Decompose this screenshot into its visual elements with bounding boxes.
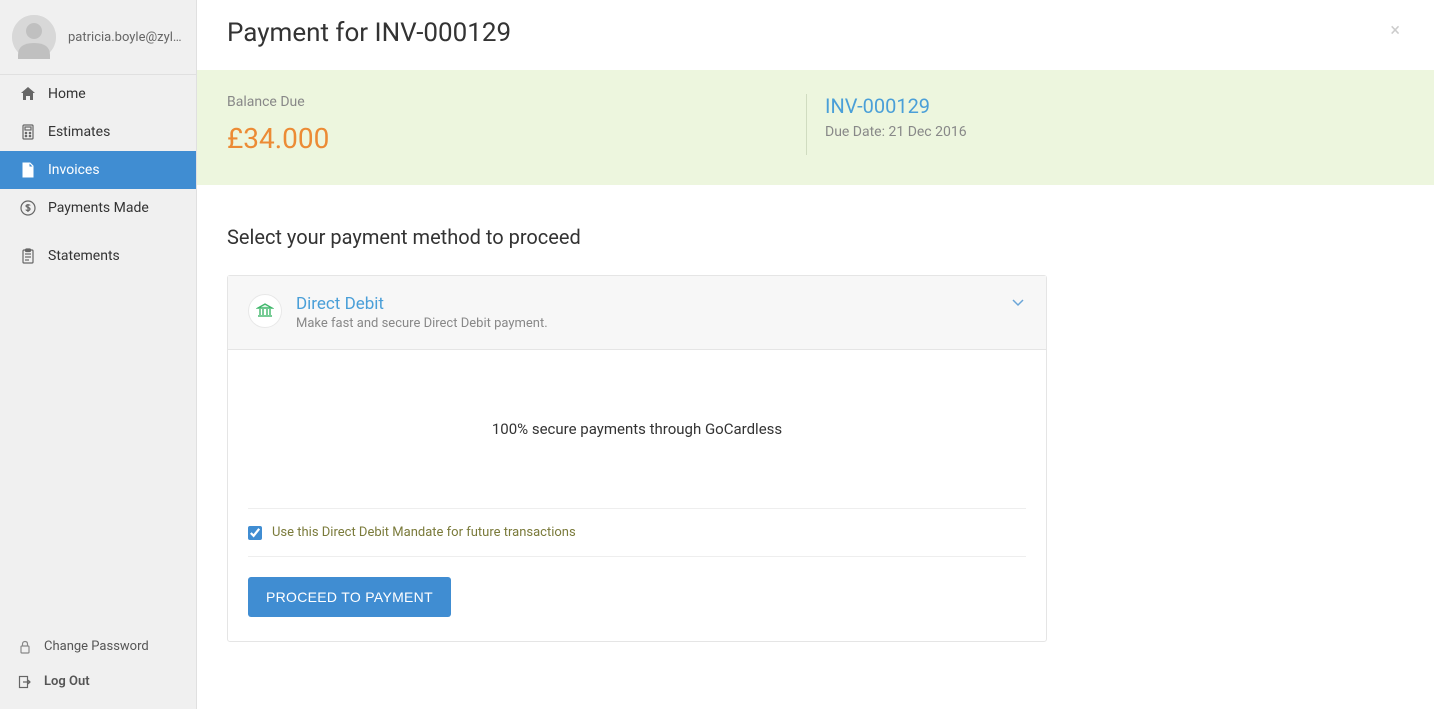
summary-bar: Balance Due £34.000 INV-000129 Due Date:…: [197, 70, 1434, 185]
balance-amount: £34.000: [227, 122, 806, 155]
chevron-down-icon: [1010, 294, 1026, 314]
bank-icon: [248, 294, 282, 328]
payment-method-body: 100% secure payments through GoCardless: [228, 350, 1046, 508]
sidebar-item-label: Home: [48, 86, 86, 102]
avatar: [12, 15, 56, 59]
proceed-to-payment-button[interactable]: PROCEED TO PAYMENT: [248, 577, 451, 617]
sidebar-item-label: Payments Made: [48, 200, 149, 216]
balance-due-label: Balance Due: [227, 94, 806, 110]
user-email: patricia.boyle@zylk..: [68, 30, 184, 45]
sidebar-item-invoices[interactable]: Invoices: [0, 151, 196, 189]
document-icon: [20, 162, 36, 178]
sidebar-item-estimates[interactable]: Estimates: [0, 113, 196, 151]
sidebar-item-label: Statements: [48, 248, 120, 264]
logout-icon: [18, 675, 32, 689]
home-icon: [20, 86, 36, 102]
secure-payment-text: 100% secure payments through GoCardless: [492, 420, 782, 438]
sidebar-item-label: Invoices: [48, 162, 100, 178]
close-icon: ×: [1390, 20, 1400, 41]
payment-method-footer: Use this Direct Debit Mandate for future…: [228, 508, 1046, 641]
change-password-link[interactable]: Change Password: [0, 629, 196, 664]
sidebar-item-home[interactable]: Home: [0, 75, 196, 113]
payment-method-title: Direct Debit: [296, 294, 548, 314]
clipboard-icon: [20, 248, 36, 264]
sidebar-item-label: Estimates: [48, 124, 110, 140]
user-area: patricia.boyle@zylk..: [0, 0, 196, 75]
main-content: Payment for INV-000129 × Balance Due £34…: [197, 0, 1434, 709]
logout-link[interactable]: Log Out: [0, 664, 196, 709]
payment-method-desc: Make fast and secure Direct Debit paymen…: [296, 316, 548, 331]
mandate-row: Use this Direct Debit Mandate for future…: [248, 508, 1026, 557]
action-row: PROCEED TO PAYMENT: [248, 557, 1026, 641]
payment-method-card: Direct Debit Make fast and secure Direct…: [227, 275, 1047, 642]
sidebar-item-statements[interactable]: Statements: [0, 237, 196, 275]
footer-item-label: Change Password: [44, 639, 149, 654]
summary-balance: Balance Due £34.000: [227, 94, 806, 155]
payment-method-header[interactable]: Direct Debit Make fast and secure Direct…: [228, 276, 1046, 350]
nav-list: Home Estimates Invoices Payments Made St…: [0, 75, 196, 275]
due-date: Due Date: 21 Dec 2016: [825, 124, 1404, 140]
summary-invoice: INV-000129 Due Date: 21 Dec 2016: [806, 94, 1404, 155]
avatar-icon: [12, 15, 56, 59]
page-title: Payment for INV-000129: [227, 18, 511, 48]
mandate-checkbox[interactable]: [248, 526, 262, 540]
footer-item-label: Log Out: [44, 674, 90, 689]
page-header: Payment for INV-000129 ×: [197, 0, 1434, 70]
payment-method-info: Direct Debit Make fast and secure Direct…: [296, 294, 548, 331]
sidebar-item-payments-made[interactable]: Payments Made: [0, 189, 196, 227]
calculator-icon: [20, 124, 36, 140]
close-button[interactable]: ×: [1386, 18, 1404, 44]
section-heading: Select your payment method to proceed: [227, 225, 1404, 249]
content-area: Select your payment method to proceed Di…: [197, 185, 1434, 682]
mandate-label[interactable]: Use this Direct Debit Mandate for future…: [272, 525, 576, 540]
lock-icon: [18, 640, 32, 654]
sidebar: patricia.boyle@zylk.. Home Estimates Inv…: [0, 0, 197, 709]
dollar-circle-icon: [20, 200, 36, 216]
invoice-number-link[interactable]: INV-000129: [825, 94, 1404, 118]
